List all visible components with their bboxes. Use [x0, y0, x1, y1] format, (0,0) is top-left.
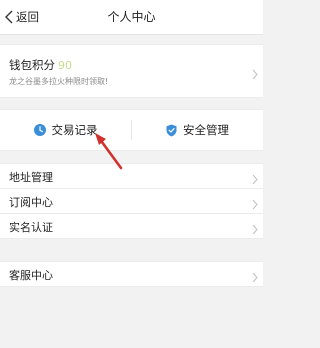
wallet-title: 钱包积分 [9, 58, 55, 72]
transaction-records-button[interactable]: 交易记录 [0, 110, 131, 150]
menu-item-label: 订阅中心 [9, 196, 53, 209]
wallet-points-item[interactable]: 钱包积分 90 龙之谷墨多拉火种限时领取! [0, 44, 263, 98]
menu-item-subscription-center[interactable]: 订阅中心 [0, 189, 263, 214]
wallet-title-line: 钱包积分 90 [9, 57, 72, 73]
menu-group-1: 地址管理 订阅中心 实名认证 [0, 163, 263, 239]
chevron-right-icon [252, 170, 258, 189]
menu-item-label: 客服中心 [9, 269, 53, 282]
back-label: 返回 [16, 10, 39, 24]
security-management-button[interactable]: 安全管理 [132, 110, 263, 150]
menu-item-customer-service[interactable]: 客服中心 [0, 262, 263, 286]
menu-item-label: 地址管理 [9, 171, 53, 184]
nav-bar: 返回 个人中心 [0, 0, 263, 35]
chevron-right-icon [252, 220, 258, 239]
shield-check-icon [166, 124, 177, 137]
menu-item-real-name-verification[interactable]: 实名认证 [0, 214, 263, 238]
wallet-points-value: 90 [58, 59, 72, 72]
page-title: 个人中心 [107, 10, 156, 24]
chevron-left-icon [4, 10, 14, 24]
clock-icon [33, 124, 46, 136]
menu-item-address-management[interactable]: 地址管理 [0, 164, 263, 189]
back-button[interactable]: 返回 [4, 7, 39, 27]
menu-item-label: 实名认证 [9, 221, 53, 234]
menu-group-2: 客服中心 [0, 261, 263, 287]
transaction-records-label: 交易记录 [51, 123, 98, 137]
quick-actions: 交易记录 安全管理 [0, 109, 263, 151]
chevron-right-icon [252, 268, 258, 287]
wallet-subtitle: 龙之谷墨多拉火种限时领取! [9, 77, 109, 86]
security-management-label: 安全管理 [183, 123, 229, 137]
chevron-right-icon [252, 65, 258, 84]
chevron-right-icon [252, 195, 258, 214]
